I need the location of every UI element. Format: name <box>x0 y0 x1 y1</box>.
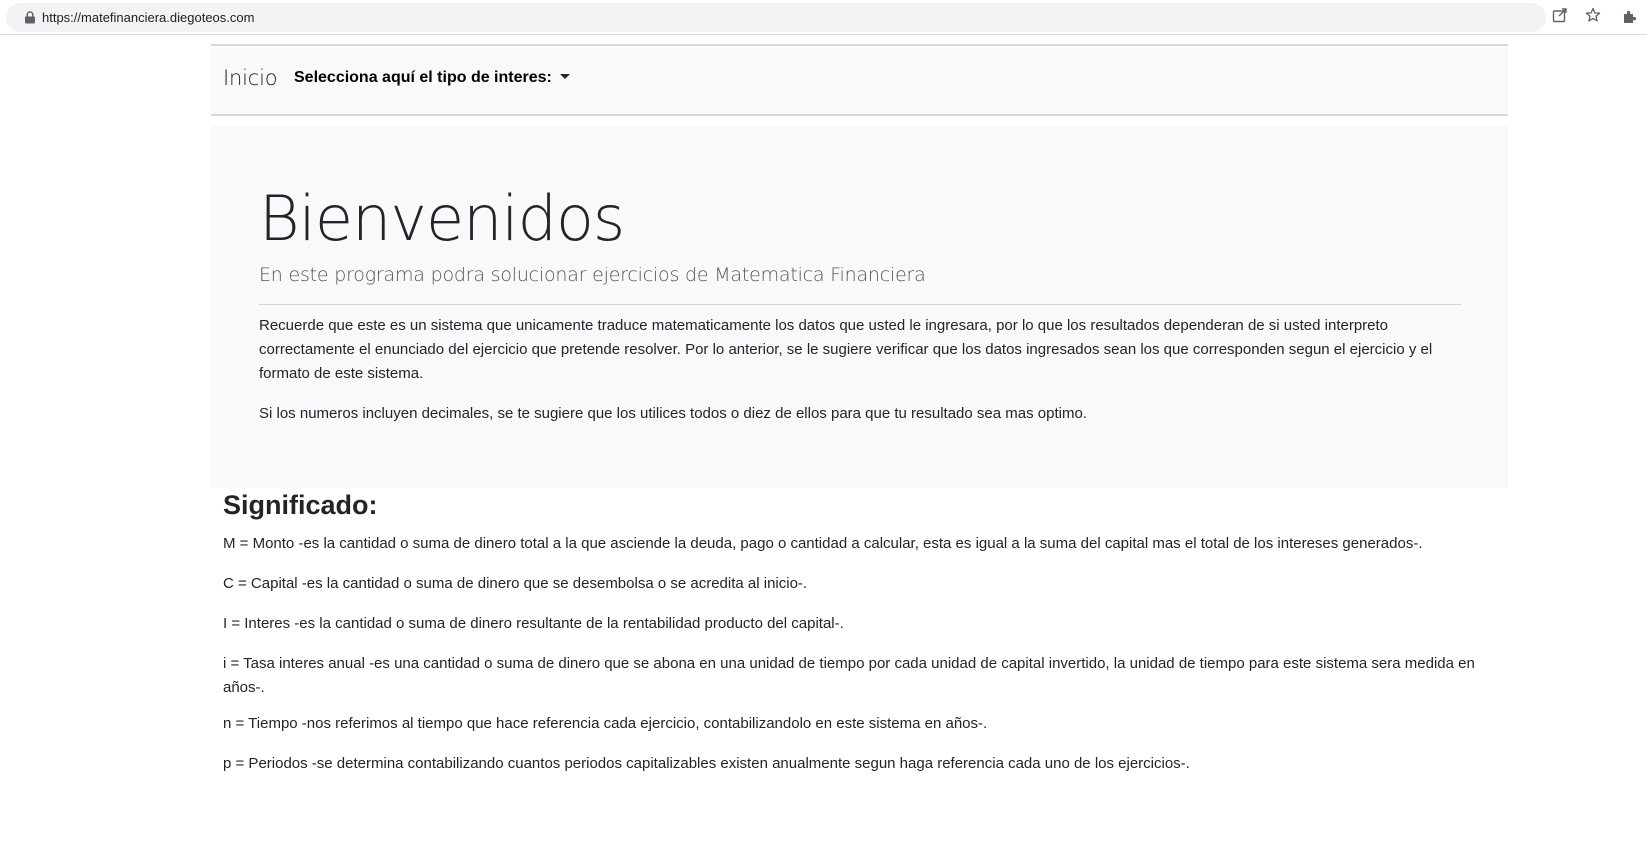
lock-icon[interactable] <box>24 11 36 24</box>
page-title: Bienvenidos <box>259 182 625 255</box>
address-bar[interactable]: https://matefinanciera.diegoteos.com <box>6 3 1546 32</box>
definition-tiempo: n = Tiempo -nos referimos al tiempo que … <box>223 715 988 732</box>
dropdown-label: Selecciona aquí el tipo de interes: <box>294 69 552 86</box>
nav-home-link[interactable]: Inicio <box>223 66 278 90</box>
extensions-icon[interactable] <box>1622 9 1638 25</box>
definition-capital: C = Capital -es la cantidad o suma de di… <box>223 575 808 592</box>
decimals-tip-paragraph: Si los numeros incluyen decimales, se te… <box>259 405 1087 422</box>
lead-text: En este programa podra solucionar ejerci… <box>259 264 926 286</box>
star-icon[interactable] <box>1585 7 1601 23</box>
definition-tasa-interes: i = Tasa interes anual -es una cantidad … <box>223 655 1475 696</box>
url-text[interactable]: https://matefinanciera.diegoteos.com <box>42 10 254 25</box>
browser-toolbar: https://matefinanciera.diegoteos.com <box>0 0 1647 35</box>
definition-periodos: p = Periodos -se determina contabilizand… <box>223 755 1190 772</box>
top-divider <box>211 44 1508 46</box>
definition-monto: M = Monto -es la cantidad o suma de dine… <box>223 535 1423 552</box>
share-icon[interactable] <box>1552 7 1568 23</box>
significado-heading: Significado: <box>223 490 378 520</box>
welcome-jumbotron: Bienvenidos En este programa podra soluc… <box>211 126 1508 488</box>
interest-type-dropdown[interactable]: Selecciona aquí el tipo de interes: <box>294 69 570 87</box>
definition-interes: I = Interes -es la cantidad o suma de di… <box>223 615 844 632</box>
caret-down-icon <box>559 74 570 79</box>
navbar: Inicio Selecciona aquí el tipo de intere… <box>211 48 1508 116</box>
disclaimer-paragraph: Recuerde que este es un sistema que unic… <box>259 317 1433 382</box>
divider <box>259 304 1461 305</box>
